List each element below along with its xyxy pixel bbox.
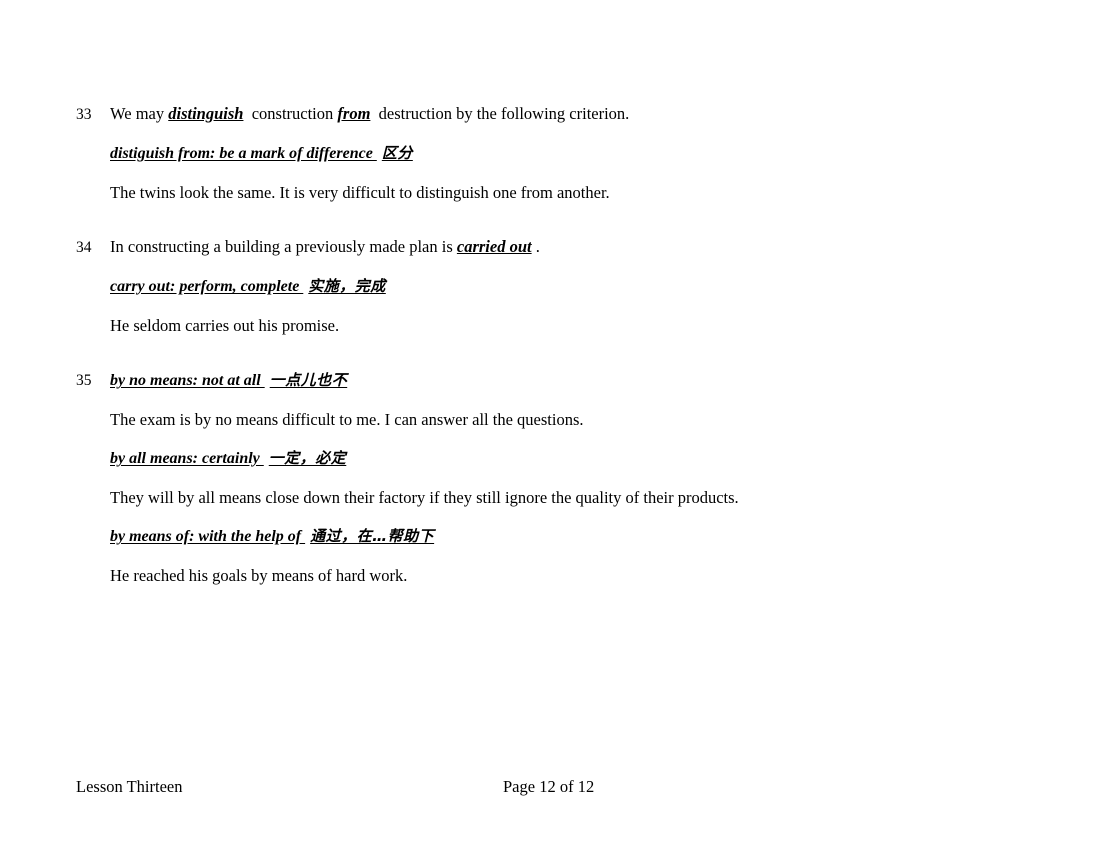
entry-headline-sentence: In constructing a building a previously … (110, 237, 540, 257)
example-sentence: They will by all means close down their … (110, 488, 739, 507)
definition-line: carry out: perform, complete 实施，完成 (110, 276, 1036, 297)
example-sentence: He reached his goals by means of hard wo… (110, 566, 408, 585)
definition-english: by all means: certainly (110, 450, 264, 467)
headline-term-distinguish: distinguish (168, 104, 244, 123)
definition-row-3: by means of: with the help of 通过，在…帮助下 (110, 526, 1036, 547)
definition-row: distiguish from: be a mark of difference… (110, 143, 1036, 164)
definition-row: carry out: perform, complete 实施，完成 (110, 276, 1036, 297)
headline-text-before: We may (110, 104, 169, 123)
example-sentence: The twins look the same. It is very diff… (110, 183, 610, 202)
definition-english: by means of: with the help of (110, 528, 306, 545)
definition-line: distiguish from: be a mark of difference… (110, 143, 1036, 164)
footer-page-number: Page 12 of 12 (503, 777, 595, 796)
definition-row-2: by all means: certainly 一定，必定 (110, 448, 1036, 469)
entry-headline-row: 33 We may distinguish construction from … (76, 104, 1036, 125)
entry-headline-row: 35 by no means: not at all 一点儿也不 (76, 370, 1036, 391)
example-row: He seldom carries out his promise. (110, 315, 1036, 336)
definition-chinese: 一定，必定 (268, 449, 347, 467)
entry-headline-row: 34 In constructing a building a previous… (76, 237, 1036, 258)
vocabulary-entry-33: 33 We may distinguish construction from … (76, 104, 1036, 203)
vocabulary-entry-34: 34 In constructing a building a previous… (76, 237, 1036, 336)
document-body: 33 We may distinguish construction from … (76, 104, 1036, 586)
entry-number: 35 (76, 372, 92, 389)
headline-text-after: . (531, 237, 540, 256)
example-row-3: He reached his goals by means of hard wo… (110, 565, 1036, 586)
example-row-2: They will by all means close down their … (110, 487, 1036, 508)
headline-term-from: from (337, 104, 371, 123)
entry-headline-sentence: We may distinguish construction from des… (110, 104, 629, 124)
definition-line: by all means: certainly 一定，必定 (110, 448, 1036, 469)
page-footer: Lesson Thirteen Page 12 of 12 (76, 776, 1036, 798)
definition-english: carry out: perform, complete (110, 278, 304, 295)
headline-text-before: In constructing a building a previously … (110, 237, 457, 256)
definition-english: distiguish from: be a mark of difference (110, 145, 377, 162)
vocabulary-entry-35: 35 by no means: not at all 一点儿也不 The exa… (76, 370, 1036, 586)
definition-english: by no means: not at all (110, 372, 265, 389)
entry-number: 33 (76, 106, 92, 123)
definition-chinese: 实施，完成 (308, 277, 386, 295)
footer-lesson-title: Lesson Thirteen (76, 777, 183, 796)
definition-line: by means of: with the help of 通过，在…帮助下 (110, 526, 1036, 547)
definition-chinese: 一点儿也不 (269, 371, 348, 389)
definition-chinese: 通过，在…帮助下 (310, 527, 435, 545)
example-row: The twins look the same. It is very diff… (110, 182, 1036, 203)
document-page: 33 We may distinguish construction from … (0, 0, 1100, 850)
headline-term-carried-out: carried out (456, 237, 532, 256)
headline-text-middle: construction (243, 104, 338, 123)
example-sentence: He seldom carries out his promise. (110, 316, 340, 335)
headline-text-after: destruction by the following criterion. (370, 104, 630, 123)
entry-number: 34 (76, 239, 92, 256)
example-sentence: The exam is by no means difficult to me.… (110, 410, 584, 429)
example-row: The exam is by no means difficult to me.… (110, 409, 1036, 430)
definition-line: by no means: not at all 一点儿也不 (110, 370, 347, 391)
definition-chinese: 区分 (381, 144, 413, 162)
